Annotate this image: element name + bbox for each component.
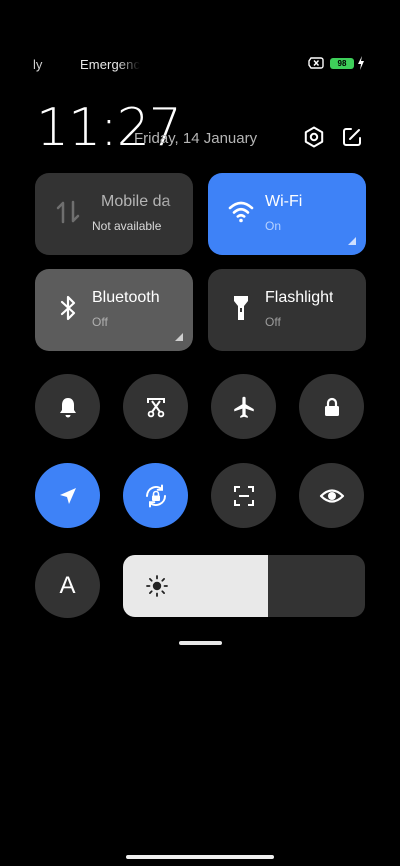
date-label: Friday, 14 January: [134, 130, 258, 147]
airplane-mode-toggle-button[interactable]: [211, 374, 276, 439]
wifi-tile[interactable]: Wi-Fi On: [208, 173, 366, 255]
battery-icon: 98: [330, 58, 354, 69]
wifi-expand-indicator[interactable]: [348, 237, 356, 245]
lock-screen-toggle-button[interactable]: [299, 374, 364, 439]
reading-mode-toggle-button[interactable]: [299, 463, 364, 528]
flashlight-tile[interactable]: Flashlight Off: [208, 269, 366, 351]
auto-brightness-button[interactable]: A: [35, 553, 100, 618]
auto-brightness-a-icon: A: [59, 572, 76, 599]
home-indicator[interactable]: [126, 855, 274, 859]
rotation-lock-icon: [145, 484, 166, 507]
lock-icon: [324, 397, 339, 416]
charging-icon: [358, 56, 364, 70]
bluetooth-icon: [60, 295, 76, 321]
panel-drag-handle[interactable]: [179, 641, 222, 645]
mobile-data-arrows-icon: [56, 200, 80, 224]
flashlight-state: Off: [265, 315, 281, 329]
wifi-icon: [228, 201, 254, 223]
airplane-icon: [233, 396, 254, 418]
sun-icon: [146, 575, 168, 597]
scissors-screenshot-icon: [146, 397, 165, 417]
bell-icon: [59, 397, 76, 417]
clock-time: 11:27: [36, 98, 182, 158]
mobile-data-state: Not available: [92, 219, 162, 233]
sim-error-icon: [308, 57, 324, 69]
bluetooth-tile[interactable]: Bluetooth Off: [35, 269, 193, 351]
location-arrow-icon: [59, 487, 76, 504]
bluetooth-label: Bluetooth: [92, 289, 160, 306]
brightness-slider[interactable]: [123, 555, 365, 617]
screenshot-toggle-button[interactable]: [123, 374, 188, 439]
mobile-data-tile[interactable]: Mobile da Not available: [35, 173, 193, 255]
rotation-lock-toggle-button[interactable]: [123, 463, 188, 528]
settings-icon[interactable]: [302, 125, 326, 149]
scanner-toggle-button[interactable]: [211, 463, 276, 528]
eye-icon: [319, 488, 344, 503]
location-toggle-button[interactable]: [35, 463, 100, 528]
ring-toggle-button[interactable]: [35, 374, 100, 439]
edit-icon[interactable]: [340, 125, 364, 149]
flashlight-label: Flashlight: [265, 289, 334, 306]
wifi-label: Wi-Fi: [265, 193, 303, 210]
bluetooth-expand-indicator[interactable]: [175, 333, 183, 341]
carrier-label-1: ly: [33, 57, 43, 72]
label-fade: [163, 183, 193, 223]
flashlight-icon: [234, 296, 248, 320]
status-bar: ly Emergenc 98: [0, 55, 400, 75]
bluetooth-state: Off: [92, 315, 108, 329]
carrier-fade: [118, 55, 140, 75]
scan-icon: [233, 485, 254, 506]
wifi-state: On: [265, 219, 282, 233]
